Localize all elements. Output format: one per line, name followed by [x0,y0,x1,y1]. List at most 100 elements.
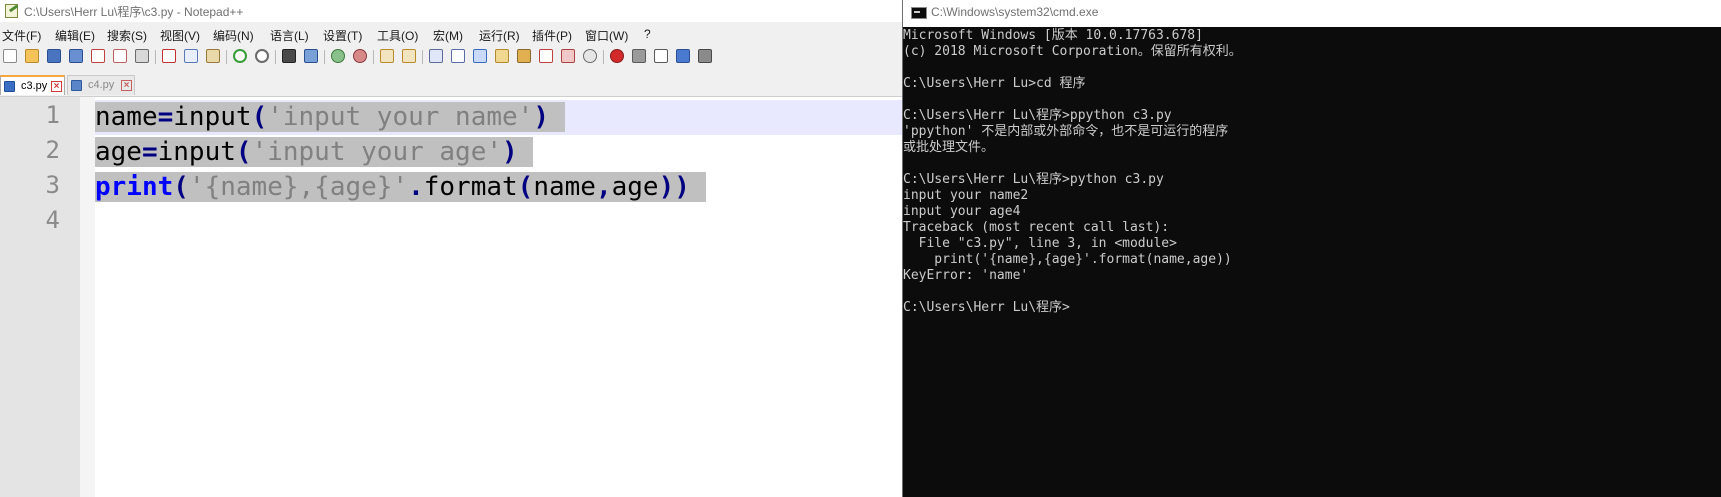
console-line: C:\Users\Herr Lu\程序>python c3.py [903,172,1164,187]
console-line: C:\Users\Herr Lu\程序>ppython c3.py [903,108,1172,123]
console-line: input your age4 [903,204,1021,219]
menu-edit[interactable]: 编辑(E) [55,27,95,44]
find-icon[interactable] [282,49,296,63]
macro-run-multiple-icon[interactable] [676,49,690,63]
console-line: File "c3.py", line 3, in <module> [903,236,1177,251]
operator: = [141,137,158,167]
line-number-gutter: 1 2 3 4 [0,97,80,497]
menu-window[interactable]: 窗口(W) [585,27,628,44]
notepad-title-bar[interactable]: C:\Users\Herr Lu\程序\c3.py - Notepad++ [0,0,902,22]
menu-encoding[interactable]: 编码(N) [213,27,254,44]
copy-icon[interactable] [184,49,198,63]
console-prompt: C:\Users\Herr Lu\程序> [903,300,1070,315]
builtin-function: input [157,137,236,167]
line-number: 4 [45,206,60,234]
new-file-icon[interactable] [3,49,17,63]
line-number: 3 [45,171,60,199]
macro-stop-icon[interactable] [632,49,646,63]
tab-label: c3.py [21,80,48,92]
string-literal: 'input your age' [251,137,503,167]
zoom-in-icon[interactable] [331,49,345,63]
menu-settings[interactable]: 设置(T) [323,27,362,44]
cut-icon[interactable] [162,49,176,63]
replace-icon[interactable] [304,49,318,63]
menu-help[interactable]: ? [644,27,651,41]
operator: . [408,172,424,202]
code-line-2[interactable]: age=input('input your age') [95,135,534,170]
code-line-1[interactable]: name=input('input your name') [95,100,565,135]
sync-horizontal-icon[interactable] [402,49,416,63]
cmd-title-bar[interactable]: C:\Windows\system32\cmd.exe [903,0,1721,27]
menu-file[interactable]: 文件(F) [2,27,41,44]
sync-vertical-icon[interactable] [380,49,394,63]
operator: = [157,102,174,132]
file-saved-icon [71,80,82,91]
print-icon[interactable] [135,49,149,63]
builtin-function: input [173,102,252,132]
folder-as-workspace-icon[interactable] [561,49,575,63]
console-line: 'ppython' 不是内部或外部命令，也不是可运行的程序 [903,124,1229,139]
show-all-characters-icon[interactable] [451,49,465,63]
close-all-icon[interactable] [113,49,127,63]
notepad-toolbar [0,44,902,68]
menu-view[interactable]: 视图(V) [160,27,200,44]
toolbar-separator [422,50,423,64]
string-literal: 'input your name' [267,102,534,132]
paste-icon[interactable] [206,49,220,63]
macro-save-icon[interactable] [698,49,712,63]
line-number: 1 [45,101,60,129]
operator: , [595,172,612,202]
menu-run[interactable]: 运行(R) [479,27,520,44]
tab-close-icon[interactable]: × [121,80,132,91]
tab-close-icon[interactable]: × [51,81,62,92]
monitoring-icon[interactable] [583,49,597,63]
menu-search[interactable]: 搜索(S) [107,27,147,44]
menu-macro[interactable]: 宏(M) [433,27,463,44]
toolbar-separator [226,50,227,64]
save-icon[interactable] [47,49,61,63]
close-icon[interactable] [91,49,105,63]
console-line: input your name2 [903,188,1029,203]
operator: ( [517,172,534,202]
redo-icon[interactable] [255,49,269,63]
menu-tools[interactable]: 工具(O) [377,27,418,44]
identifier: name [95,102,158,132]
macro-record-icon[interactable] [610,49,624,63]
open-file-icon[interactable] [25,49,39,63]
macro-play-icon[interactable] [654,49,668,63]
save-all-icon[interactable] [69,49,83,63]
tab-c4-py[interactable]: c4.py × [67,75,135,95]
code-editor[interactable]: 1 2 3 4 name=input('input your name') ag… [0,97,902,497]
function-list-icon[interactable] [539,49,553,63]
identifier: age [611,172,659,202]
notepad-app-icon [5,4,18,18]
line-number: 2 [45,136,60,164]
tab-c3-py[interactable]: c3.py × [0,75,65,95]
indent-guide-icon[interactable] [473,49,487,63]
operator: ( [173,172,189,202]
zoom-out-icon[interactable] [353,49,367,63]
user-language-icon[interactable] [495,49,509,63]
menu-language[interactable]: 语言(L) [270,27,309,44]
notepad-plus-plus-window: C:\Users\Herr Lu\程序\c3.py - Notepad++ 文件… [0,0,902,497]
menu-plugins[interactable]: 插件(P) [532,27,572,44]
console-line: KeyError: 'name' [903,268,1029,283]
operator: ( [235,137,252,167]
undo-icon[interactable] [233,49,247,63]
selection: print('{name},{age}'.format(name,age)) [95,172,706,202]
notepad-tab-bar: c3.py × c4.py × [0,74,902,97]
string-literal: '{name},{age}' [188,172,409,202]
toolbar-separator [275,50,276,64]
operator: ) [658,172,675,202]
code-line-3[interactable]: print('{name},{age}'.format(name,age)) [95,170,706,205]
tab-label: c4.py [88,79,115,91]
cmd-window: C:\Windows\system32\cmd.exe Microsoft Wi… [902,0,1721,497]
notepad-menu-bar: 文件(F) 编辑(E) 搜索(S) 视图(V) 编码(N) 语言(L) 设置(T… [0,24,902,44]
console-output[interactable]: Microsoft Windows [版本 10.0.17763.678] (c… [903,28,1721,497]
word-wrap-icon[interactable] [429,49,443,63]
console-line: Microsoft Windows [版本 10.0.17763.678] [903,28,1203,43]
document-map-icon[interactable] [517,49,531,63]
method-name: format [423,172,518,202]
identifier: name [533,172,596,202]
toolbar-separator [324,50,325,64]
